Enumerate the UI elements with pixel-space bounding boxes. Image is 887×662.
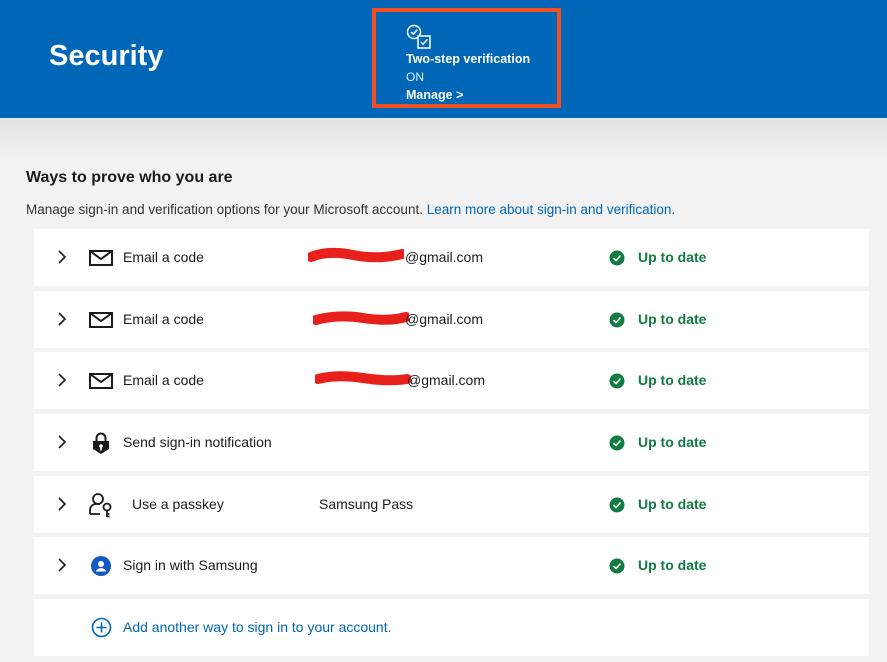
sign-in-method-row[interactable]: Sign in with Samsung Up to date <box>34 537 869 594</box>
method-label: Use a passkey <box>132 496 224 512</box>
section-description-text: Manage sign-in and verification options … <box>26 202 427 217</box>
passkey-icon <box>89 493 112 518</box>
check-circle-icon <box>609 312 625 328</box>
email-icon <box>89 312 113 328</box>
add-circle-icon[interactable] <box>91 617 112 638</box>
sign-in-method-row[interactable]: Email a code @gmail.com Up to date <box>34 229 869 286</box>
sign-in-method-row[interactable]: Send sign-in notification Up to date <box>34 414 869 471</box>
check-circle-icon <box>609 558 625 574</box>
chevron-right-icon[interactable] <box>52 309 72 329</box>
method-detail: Samsung Pass <box>319 496 414 512</box>
add-sign-in-method-link[interactable]: Add another way to sign in to your accou… <box>123 619 392 635</box>
method-label: Email a code <box>123 311 204 327</box>
check-circle-icon <box>609 373 625 389</box>
redaction-mark <box>315 371 411 386</box>
two-step-verification-panel[interactable]: Two-step verification ON Manage > <box>372 8 561 108</box>
header-shadow <box>0 118 887 158</box>
email-icon <box>89 250 113 266</box>
add-sign-in-method-row[interactable]: Add another way to sign in to your accou… <box>34 599 869 656</box>
method-status: Up to date <box>638 496 707 512</box>
sign-in-method-row[interactable]: Email a code @gmail.com Up to date <box>34 291 869 348</box>
method-detail: @gmail.com <box>407 372 486 388</box>
method-status: Up to date <box>638 249 707 265</box>
method-status: Up to date <box>638 311 707 327</box>
method-label: Send sign-in notification <box>123 434 272 450</box>
two-step-verification-icon <box>406 24 431 49</box>
email-icon <box>89 373 113 389</box>
chevron-right-icon[interactable] <box>52 555 72 575</box>
method-detail: @gmail.com <box>405 249 484 265</box>
lock-icon <box>93 432 109 454</box>
header-banner: Security Two-step verification ON Manage… <box>0 0 887 118</box>
method-label: Sign in with Samsung <box>123 557 258 573</box>
check-circle-icon <box>609 497 625 513</box>
check-circle-icon <box>609 435 625 451</box>
check-circle-icon <box>609 250 625 266</box>
method-status: Up to date <box>638 434 707 450</box>
method-detail: @gmail.com <box>405 311 484 327</box>
chevron-right-icon[interactable] <box>52 432 72 452</box>
manage-two-step-link[interactable]: Manage > <box>406 88 463 102</box>
sign-in-method-row[interactable]: Email a code @gmail.com Up to date <box>34 352 869 409</box>
redaction-mark <box>313 311 409 325</box>
section-title: Ways to prove who you are <box>26 169 233 186</box>
sign-in-method-row[interactable]: Use a passkey Samsung Pass Up to date <box>34 476 869 533</box>
chevron-right-icon[interactable] <box>52 370 72 390</box>
redaction-mark <box>308 247 404 263</box>
page-title: Security <box>49 40 164 72</box>
two-step-verification-status: ON <box>406 70 424 84</box>
chevron-right-icon[interactable] <box>52 494 72 514</box>
method-label: Email a code <box>123 372 204 388</box>
learn-more-link[interactable]: Learn more about sign-in and verificatio… <box>427 202 675 217</box>
samsung-account-icon <box>91 556 111 576</box>
method-status: Up to date <box>638 372 707 388</box>
chevron-right-icon[interactable] <box>52 247 72 267</box>
method-label: Email a code <box>123 249 204 265</box>
section-description: Manage sign-in and verification options … <box>26 202 675 217</box>
method-status: Up to date <box>638 557 707 573</box>
two-step-verification-title: Two-step verification <box>406 52 531 66</box>
